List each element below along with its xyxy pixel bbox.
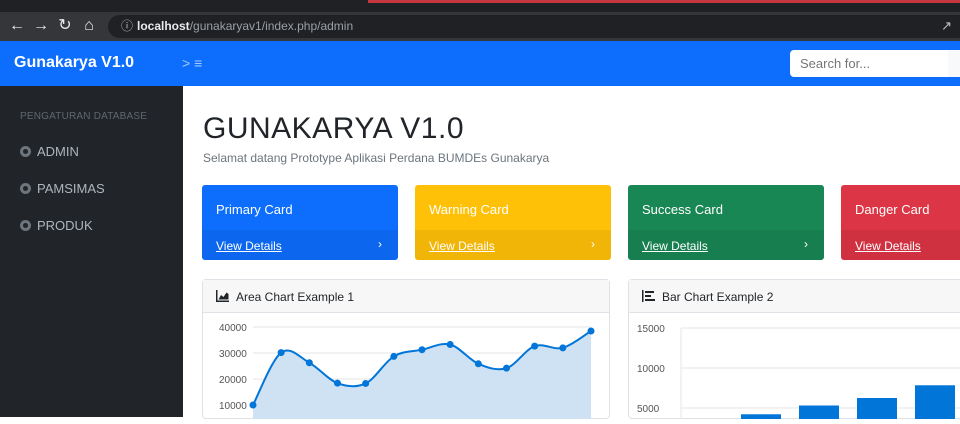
- area-chart-icon: [216, 290, 229, 302]
- y-tick-label: 40000: [219, 323, 247, 334]
- sidebar-item-admin[interactable]: ADMIN: [20, 144, 79, 159]
- panel-title: Bar Chart Example 2: [662, 290, 774, 304]
- page-title: GUNAKARYA V1.0: [203, 112, 465, 145]
- sidebar-item-pamsimas[interactable]: PAMSIMAS: [20, 181, 105, 196]
- data-point: [559, 344, 567, 352]
- browser-chrome: ← → ↻ ⌂ ⓘ localhost/gunakaryav1/index.ph…: [0, 0, 960, 41]
- data-point: [390, 352, 398, 360]
- circle-icon: [20, 146, 31, 157]
- page-subtitle: Selamat datang Prototype Aplikasi Perdan…: [203, 151, 550, 165]
- y-tick-label: 30000: [219, 349, 247, 360]
- chevron-right-icon[interactable]: ›: [804, 237, 808, 251]
- panel-header: Area Chart Example 1: [203, 280, 609, 313]
- reload-icon[interactable]: ↻: [54, 15, 76, 37]
- area-fill: [253, 331, 591, 424]
- view-details-link[interactable]: View Details: [429, 239, 495, 253]
- primary-card: Primary Card View Details ›: [202, 185, 398, 260]
- card-title: Danger Card: [855, 202, 930, 217]
- success-card: Success Card View Details ›: [628, 185, 824, 260]
- y-tick-label: 10000: [219, 401, 247, 412]
- view-details-link[interactable]: View Details: [216, 239, 282, 253]
- data-point: [277, 349, 285, 357]
- bar-chart-icon: [642, 290, 655, 302]
- menu-toggle-icon[interactable]: > ≡: [182, 55, 202, 71]
- sidebar: PENGATURAN DATABASE ADMIN PAMSIMAS PRODU…: [0, 86, 183, 417]
- y-tick-label: 5000: [637, 404, 660, 415]
- y-tick-label: 15000: [637, 324, 665, 335]
- search-input[interactable]: [790, 50, 948, 77]
- main-content: GUNAKARYA V1.0 Selamat datang Prototype …: [183, 86, 960, 424]
- view-details-link[interactable]: View Details: [855, 239, 921, 253]
- bar-chart-panel: Bar Chart Example 2 15000 10000 5000: [628, 279, 960, 424]
- y-tick-label: 20000: [219, 375, 247, 386]
- card-footer: View Details ›: [415, 230, 611, 260]
- card-footer: View Details ›: [628, 230, 824, 260]
- circle-icon: [20, 220, 31, 231]
- bar: [915, 385, 955, 424]
- forward-arrow-icon[interactable]: →: [30, 15, 52, 37]
- top-navbar: Gunakarya V1.0 > ≡: [0, 41, 960, 86]
- card-footer: View Details ›: [202, 230, 398, 260]
- info-icon[interactable]: ⓘ: [118, 17, 136, 35]
- sidebar-item-label: PAMSIMAS: [37, 181, 105, 196]
- data-point: [446, 341, 454, 349]
- card-title: Warning Card: [429, 202, 509, 217]
- data-point: [503, 364, 510, 372]
- area-chart: 40000 30000 20000 10000: [219, 323, 595, 424]
- search-button[interactable]: [948, 50, 960, 77]
- card-title: Primary Card: [216, 202, 293, 217]
- brand-title[interactable]: Gunakarya V1.0: [14, 54, 134, 72]
- tab-strip: [0, 0, 960, 12]
- chevron-right-icon[interactable]: ›: [591, 237, 595, 251]
- url-text[interactable]: localhost/gunakaryav1/index.php/admin: [137, 19, 353, 33]
- data-point: [362, 379, 370, 387]
- circle-icon: [20, 183, 31, 194]
- panel-title: Area Chart Example 1: [236, 290, 355, 304]
- browser-toolbar: ← → ↻ ⌂ ⓘ localhost/gunakaryav1/index.ph…: [0, 12, 960, 41]
- active-tab-accent: [368, 0, 960, 3]
- sidebar-item-label: PRODUK: [37, 218, 93, 233]
- area-chart-panel: Area Chart Example 1 40000 30000 20000 1000…: [202, 279, 610, 424]
- data-point: [334, 379, 341, 387]
- back-arrow-icon[interactable]: ←: [6, 15, 28, 37]
- sidebar-heading: PENGATURAN DATABASE: [20, 111, 148, 122]
- warning-card: Warning Card View Details ›: [415, 185, 611, 260]
- data-point: [531, 342, 539, 350]
- data-point: [249, 401, 257, 409]
- home-icon[interactable]: ⌂: [78, 15, 100, 37]
- data-point: [587, 327, 595, 335]
- data-point: [418, 346, 426, 354]
- bar: [857, 397, 897, 424]
- data-point: [305, 359, 313, 367]
- address-bar[interactable]: ⓘ localhost/gunakaryav1/index.php/admin …: [108, 15, 960, 38]
- share-icon[interactable]: ↗: [941, 18, 952, 34]
- panel-header: Bar Chart Example 2: [629, 280, 960, 313]
- sidebar-item-label: ADMIN: [37, 144, 79, 159]
- card-title: Success Card: [642, 202, 723, 217]
- danger-card: Danger Card View Details: [841, 185, 960, 260]
- data-point: [474, 360, 482, 368]
- y-tick-label: 10000: [637, 364, 665, 375]
- sidebar-item-produk[interactable]: PRODUK: [20, 218, 93, 233]
- chevron-right-icon[interactable]: ›: [378, 237, 382, 251]
- view-details-link[interactable]: View Details: [642, 239, 708, 253]
- card-footer: View Details: [841, 230, 960, 260]
- bar-chart: 15000 10000 5000: [637, 324, 960, 424]
